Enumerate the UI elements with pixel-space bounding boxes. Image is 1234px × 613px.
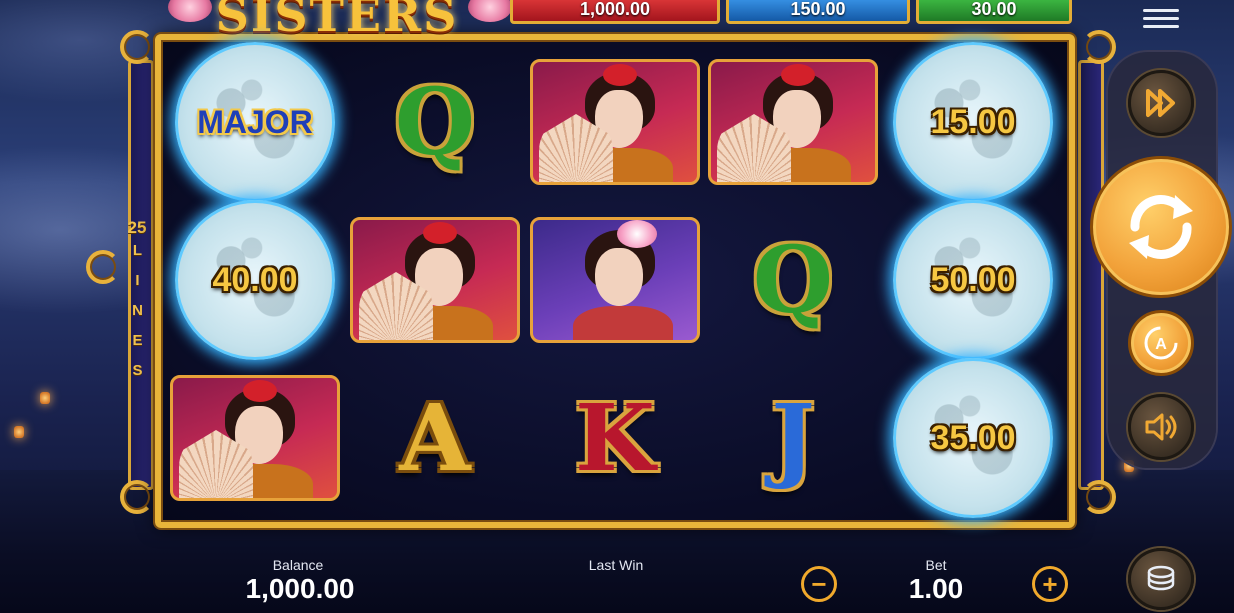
reel-cell: 15.00 [887, 42, 1059, 202]
letter-symbol-k: K [575, 384, 655, 492]
scroll-ornament-icon [120, 30, 154, 64]
moon-symbol: 35.00 [893, 358, 1053, 518]
jackpot-major: 150.00 [726, 0, 910, 24]
spin-button[interactable] [1090, 156, 1232, 298]
bet-value: 1.00 [908, 573, 964, 604]
jackpot-major-value: 150.00 [790, 0, 846, 19]
last-win-label: Last Win [588, 557, 644, 573]
moon-value: 40.00 [212, 260, 298, 299]
moon-jackpot-label: MAJOR [197, 103, 313, 140]
reel-cell [529, 206, 701, 354]
reel-cell: J [707, 364, 879, 512]
bet-increase-button[interactable]: + [1032, 566, 1068, 602]
reel-cell: 40.00 [169, 200, 341, 360]
bet-decrease-button[interactable]: − [801, 566, 837, 602]
reel-cell: 50.00 [887, 200, 1059, 360]
bet-label: Bet [925, 557, 947, 573]
reel-cell: Q [707, 206, 879, 354]
coin-stack-icon [1147, 565, 1175, 591]
reel-cell [707, 48, 879, 196]
reel-cell [169, 364, 341, 512]
coin-value-button[interactable] [1128, 548, 1194, 610]
spin-icon [1129, 195, 1193, 259]
scroll-ornament-icon [120, 480, 154, 514]
reel-cell: A [349, 364, 521, 512]
speaker-icon [1145, 413, 1177, 441]
reel-cell: 35.00 [887, 358, 1059, 518]
scroll-ornament-icon [1082, 480, 1116, 514]
fast-forward-icon [1146, 89, 1175, 117]
geisha-sister-symbol [708, 59, 878, 185]
letter-symbol-q: Q [394, 68, 476, 176]
moon-symbol: 15.00 [893, 42, 1053, 202]
jackpot-grand-value: 1,000.00 [579, 0, 651, 19]
turbo-button[interactable] [1128, 70, 1194, 136]
paylines-count: 25 [127, 218, 147, 237]
moon-symbol: 50.00 [893, 200, 1053, 360]
scroll-ornament-icon [1082, 30, 1116, 64]
balance-label: Balance [272, 557, 324, 573]
minus-icon: − [811, 569, 827, 599]
moon-value: 35.00 [930, 418, 1016, 457]
letter-symbol-q: Q [752, 226, 834, 334]
svg-text:A: A [1155, 336, 1167, 353]
lantern-icon [40, 392, 50, 404]
paylines-indicator: 25 L I N E S [122, 218, 152, 377]
jackpot-grand: 1,000.00 [510, 0, 720, 24]
reel-cell: Q [349, 48, 521, 196]
reel-cell: MAJOR [169, 42, 341, 202]
moon-symbol: 40.00 [175, 200, 335, 360]
reel-cell: K [529, 364, 701, 512]
plus-icon: + [1042, 569, 1058, 599]
moon-value: 15.00 [930, 102, 1016, 141]
sound-button[interactable] [1128, 394, 1194, 460]
reel-cell [529, 48, 701, 196]
geisha-sister-symbol [170, 375, 340, 501]
game-logo: SISTERS [215, 0, 459, 42]
lantern-icon [14, 426, 24, 438]
reel-grid: MAJOR Q 15.00 40.00 Q 50.00 A K J 35.00 [167, 42, 1065, 518]
lotus-sister-symbol [530, 217, 700, 343]
moon-value: 50.00 [930, 260, 1016, 299]
scroll-ornament-icon [86, 250, 120, 284]
balance-value: 1,000.00 [245, 573, 355, 604]
letter-symbol-a: A [399, 384, 471, 492]
geisha-sister-symbol [350, 217, 520, 343]
jackpot-minor: 30.00 [916, 0, 1072, 24]
autoplay-icon: A [1144, 326, 1178, 360]
right-side-plate [1078, 60, 1104, 490]
autoplay-button[interactable]: A [1128, 310, 1194, 376]
letter-symbol-j: J [771, 384, 815, 492]
moon-symbol: MAJOR [175, 42, 335, 202]
hamburger-menu-icon[interactable] [1143, 4, 1179, 34]
reel-cell [349, 206, 521, 354]
paylines-word: L I N E S [129, 242, 146, 377]
geisha-sister-symbol [530, 59, 700, 185]
jackpot-minor-value: 30.00 [971, 0, 1017, 19]
